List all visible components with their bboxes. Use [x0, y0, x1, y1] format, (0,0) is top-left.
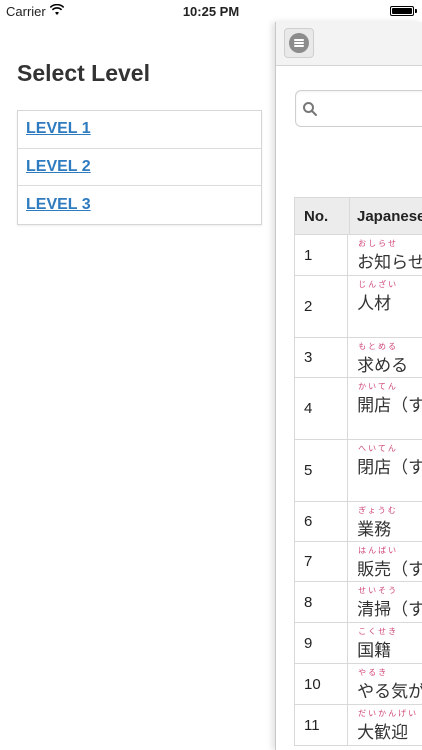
- table-row[interactable]: 9 こくせき 国籍: [295, 623, 422, 664]
- level-list: LEVEL 1 LEVEL 2 LEVEL 3: [17, 110, 262, 225]
- table-row[interactable]: 1 おしらせ お知らせ: [295, 235, 422, 276]
- clock: 10:25 PM: [182, 4, 240, 19]
- main-content-panel: No. Japanese 1 おしらせ お知らせ 2 じんざい 人材 3 もとめる 求める 4 かい…: [275, 22, 422, 750]
- row-number: 5: [295, 440, 349, 501]
- menu-toggle-button[interactable]: [284, 28, 314, 58]
- level-link[interactable]: LEVEL 3: [26, 196, 91, 214]
- row-number: 7: [295, 542, 349, 581]
- row-number: 10: [295, 664, 349, 704]
- table-row[interactable]: 5 へいてん 閉店（す: [295, 440, 422, 502]
- table-row[interactable]: 10 やるき やる気が: [295, 664, 422, 705]
- japanese-word: 清掃（す: [357, 600, 422, 619]
- row-number: 6: [295, 502, 349, 541]
- menu-title: Select Level: [17, 60, 150, 86]
- japanese-cell: かいてん 開店（す: [348, 378, 422, 440]
- table-row[interactable]: 3 もとめる 求める: [295, 338, 422, 378]
- row-number: 3: [295, 338, 349, 377]
- hamburger-menu-icon: [289, 33, 309, 53]
- table-row[interactable]: 7 はんばい 販売（す: [295, 542, 422, 582]
- japanese-word: お知らせ: [357, 253, 422, 272]
- row-number: 2: [295, 276, 349, 337]
- battery-icon: [390, 6, 417, 16]
- level-item-3[interactable]: LEVEL 3: [18, 186, 261, 224]
- row-number: 1: [295, 235, 349, 275]
- japanese-cell: やるき やる気が: [348, 664, 422, 705]
- japanese-cell: じんざい 人材: [348, 276, 422, 338]
- level-menu-panel: Select Level LEVEL 1 LEVEL 2 LEVEL 3: [0, 22, 275, 750]
- search-icon: [303, 102, 317, 116]
- column-header-no: No.: [295, 198, 350, 234]
- top-toolbar: [276, 22, 422, 66]
- level-item-2[interactable]: LEVEL 2: [18, 149, 261, 186]
- vocab-table: No. Japanese 1 おしらせ お知らせ 2 じんざい 人材 3 もとめる 求める 4 かい…: [294, 197, 422, 746]
- japanese-cell: はんばい 販売（す: [348, 542, 422, 582]
- japanese-word: 人材: [357, 294, 392, 313]
- japanese-cell: へいてん 閉店（す: [348, 440, 422, 502]
- japanese-word: 大歓迎: [357, 723, 409, 742]
- battery-level: [392, 8, 412, 14]
- table-row[interactable]: 6 ぎょうむ 業務: [295, 502, 422, 542]
- japanese-word: 閉店（す: [357, 458, 422, 477]
- row-number: 9: [295, 623, 349, 663]
- japanese-cell: ぎょうむ 業務: [348, 502, 422, 542]
- japanese-word: 業務: [357, 520, 392, 539]
- row-number: 8: [295, 582, 349, 622]
- japanese-cell: もとめる 求める: [348, 338, 422, 378]
- row-number: 11: [295, 705, 349, 745]
- table-body: 1 おしらせ お知らせ 2 じんざい 人材 3 もとめる 求める 4 かいてん 開店（す 5 へいてん 閉店…: [295, 235, 422, 746]
- column-header-japanese: Japanese: [357, 207, 422, 225]
- table-row[interactable]: 11 だいかんげい 大歓迎: [295, 705, 422, 746]
- japanese-cell: こくせき 国籍: [348, 623, 422, 664]
- japanese-word: やる気が: [357, 682, 422, 701]
- row-number: 4: [295, 378, 349, 439]
- search-input[interactable]: [322, 97, 422, 121]
- japanese-cell: せいそう 清掃（す: [348, 582, 422, 623]
- table-header: No. Japanese: [295, 197, 422, 235]
- level-item-1[interactable]: LEVEL 1: [18, 111, 261, 149]
- japanese-word: 販売（す: [357, 560, 422, 579]
- level-link[interactable]: LEVEL 1: [26, 120, 91, 138]
- search-box[interactable]: [295, 90, 422, 127]
- table-row[interactable]: 2 じんざい 人材: [295, 276, 422, 338]
- japanese-cell: だいかんげい 大歓迎: [348, 705, 422, 746]
- japanese-word: 求める: [357, 356, 409, 375]
- level-link[interactable]: LEVEL 2: [26, 158, 91, 176]
- table-row[interactable]: 8 せいそう 清掃（す: [295, 582, 422, 623]
- japanese-word: 国籍: [357, 641, 392, 660]
- japanese-cell: おしらせ お知らせ: [348, 235, 422, 276]
- table-row[interactable]: 4 かいてん 開店（す: [295, 378, 422, 440]
- japanese-word: 開店（す: [357, 396, 422, 415]
- status-bar: Carrier 10:25 PM: [0, 0, 422, 22]
